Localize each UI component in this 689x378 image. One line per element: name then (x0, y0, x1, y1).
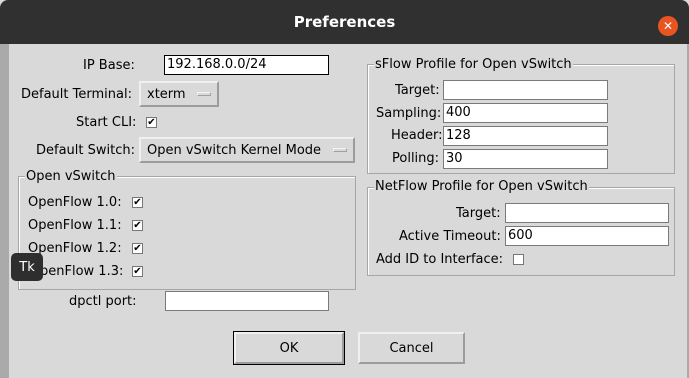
default-switch-label: Default Switch: (36, 143, 135, 158)
openflow-10-checkbox[interactable]: ✔ (132, 197, 143, 208)
default-switch-menu[interactable]: Open vSwitch Kernel Mode (139, 137, 355, 163)
sflow-target-label: Target: (395, 83, 440, 98)
netflow-timeout-input[interactable]: 600 (505, 226, 669, 246)
checkmark-icon: ✔ (133, 196, 142, 208)
ok-button-label: OK (279, 340, 299, 356)
ip-base-input[interactable]: 192.168.0.0/24 (164, 55, 329, 75)
netflow-add-id-checkbox[interactable] (513, 254, 524, 265)
window-title: Preferences (293, 13, 396, 31)
openflow-12-checkbox[interactable]: ✔ (132, 243, 143, 254)
sflow-group-title: sFlow Profile for Open vSwitch (374, 57, 573, 72)
sflow-sampling-input[interactable]: 400 (443, 103, 608, 123)
title-bar[interactable]: Preferences ✕ (0, 0, 689, 44)
openflow-11-checkbox[interactable]: ✔ (132, 220, 143, 231)
openflow-13-checkbox[interactable]: ✔ (132, 266, 143, 277)
menu-indicator-icon (333, 148, 347, 152)
netflow-group-title: NetFlow Profile for Open vSwitch (374, 179, 589, 194)
default-terminal-label: Default Terminal: (21, 87, 132, 102)
checkmark-icon: ✔ (147, 116, 156, 128)
checkmark-icon: ✔ (133, 242, 142, 254)
close-icon: ✕ (662, 19, 674, 33)
netflow-target-input[interactable] (505, 203, 669, 223)
sflow-sampling-label: Sampling: (376, 106, 442, 121)
tk-tooltip-text: Tk (19, 259, 35, 275)
netflow-timeout-label: Active Timeout: (399, 229, 501, 244)
preferences-window: Preferences ✕ IP Base: 192.168.0.0/24 De… (0, 0, 689, 378)
ok-button[interactable]: OK (233, 331, 345, 365)
window-border-left (0, 44, 9, 378)
checkmark-icon: ✔ (133, 265, 142, 277)
openflow-13-label: penFlow 1.3: (40, 264, 124, 279)
start-cli-label: Start CLI: (76, 115, 137, 130)
open-vswitch-group-title: Open vSwitch (25, 169, 117, 184)
cancel-button-label: Cancel (389, 340, 434, 356)
dpctl-port-input[interactable] (165, 291, 329, 311)
dpctl-port-label: dpctl port: (69, 294, 137, 309)
sflow-polling-label: Polling: (392, 151, 440, 166)
start-cli-checkbox[interactable]: ✔ (146, 117, 157, 128)
sflow-header-label: Header: (391, 128, 443, 143)
checkmark-icon: ✔ (133, 219, 142, 231)
ip-base-label: IP Base: (83, 58, 135, 73)
openflow-12-label: OpenFlow 1.2: (28, 241, 122, 256)
sflow-header-input[interactable]: 128 (443, 126, 608, 146)
sflow-polling-input[interactable]: 30 (443, 149, 608, 169)
netflow-target-label: Target: (456, 206, 501, 221)
openflow-10-label: OpenFlow 1.0: (28, 195, 122, 210)
menu-indicator-icon (197, 92, 211, 96)
default-terminal-menu[interactable]: xterm (139, 81, 219, 107)
default-terminal-value: xterm (147, 86, 186, 102)
netflow-add-id-label: Add ID to Interface: (376, 252, 504, 267)
close-button[interactable]: ✕ (658, 16, 678, 36)
tk-tooltip: Tk (11, 253, 43, 281)
sflow-target-input[interactable] (443, 80, 608, 100)
openflow-11-label: OpenFlow 1.1: (28, 218, 122, 233)
cancel-button[interactable]: Cancel (358, 332, 465, 364)
default-switch-value: Open vSwitch Kernel Mode (147, 142, 322, 158)
